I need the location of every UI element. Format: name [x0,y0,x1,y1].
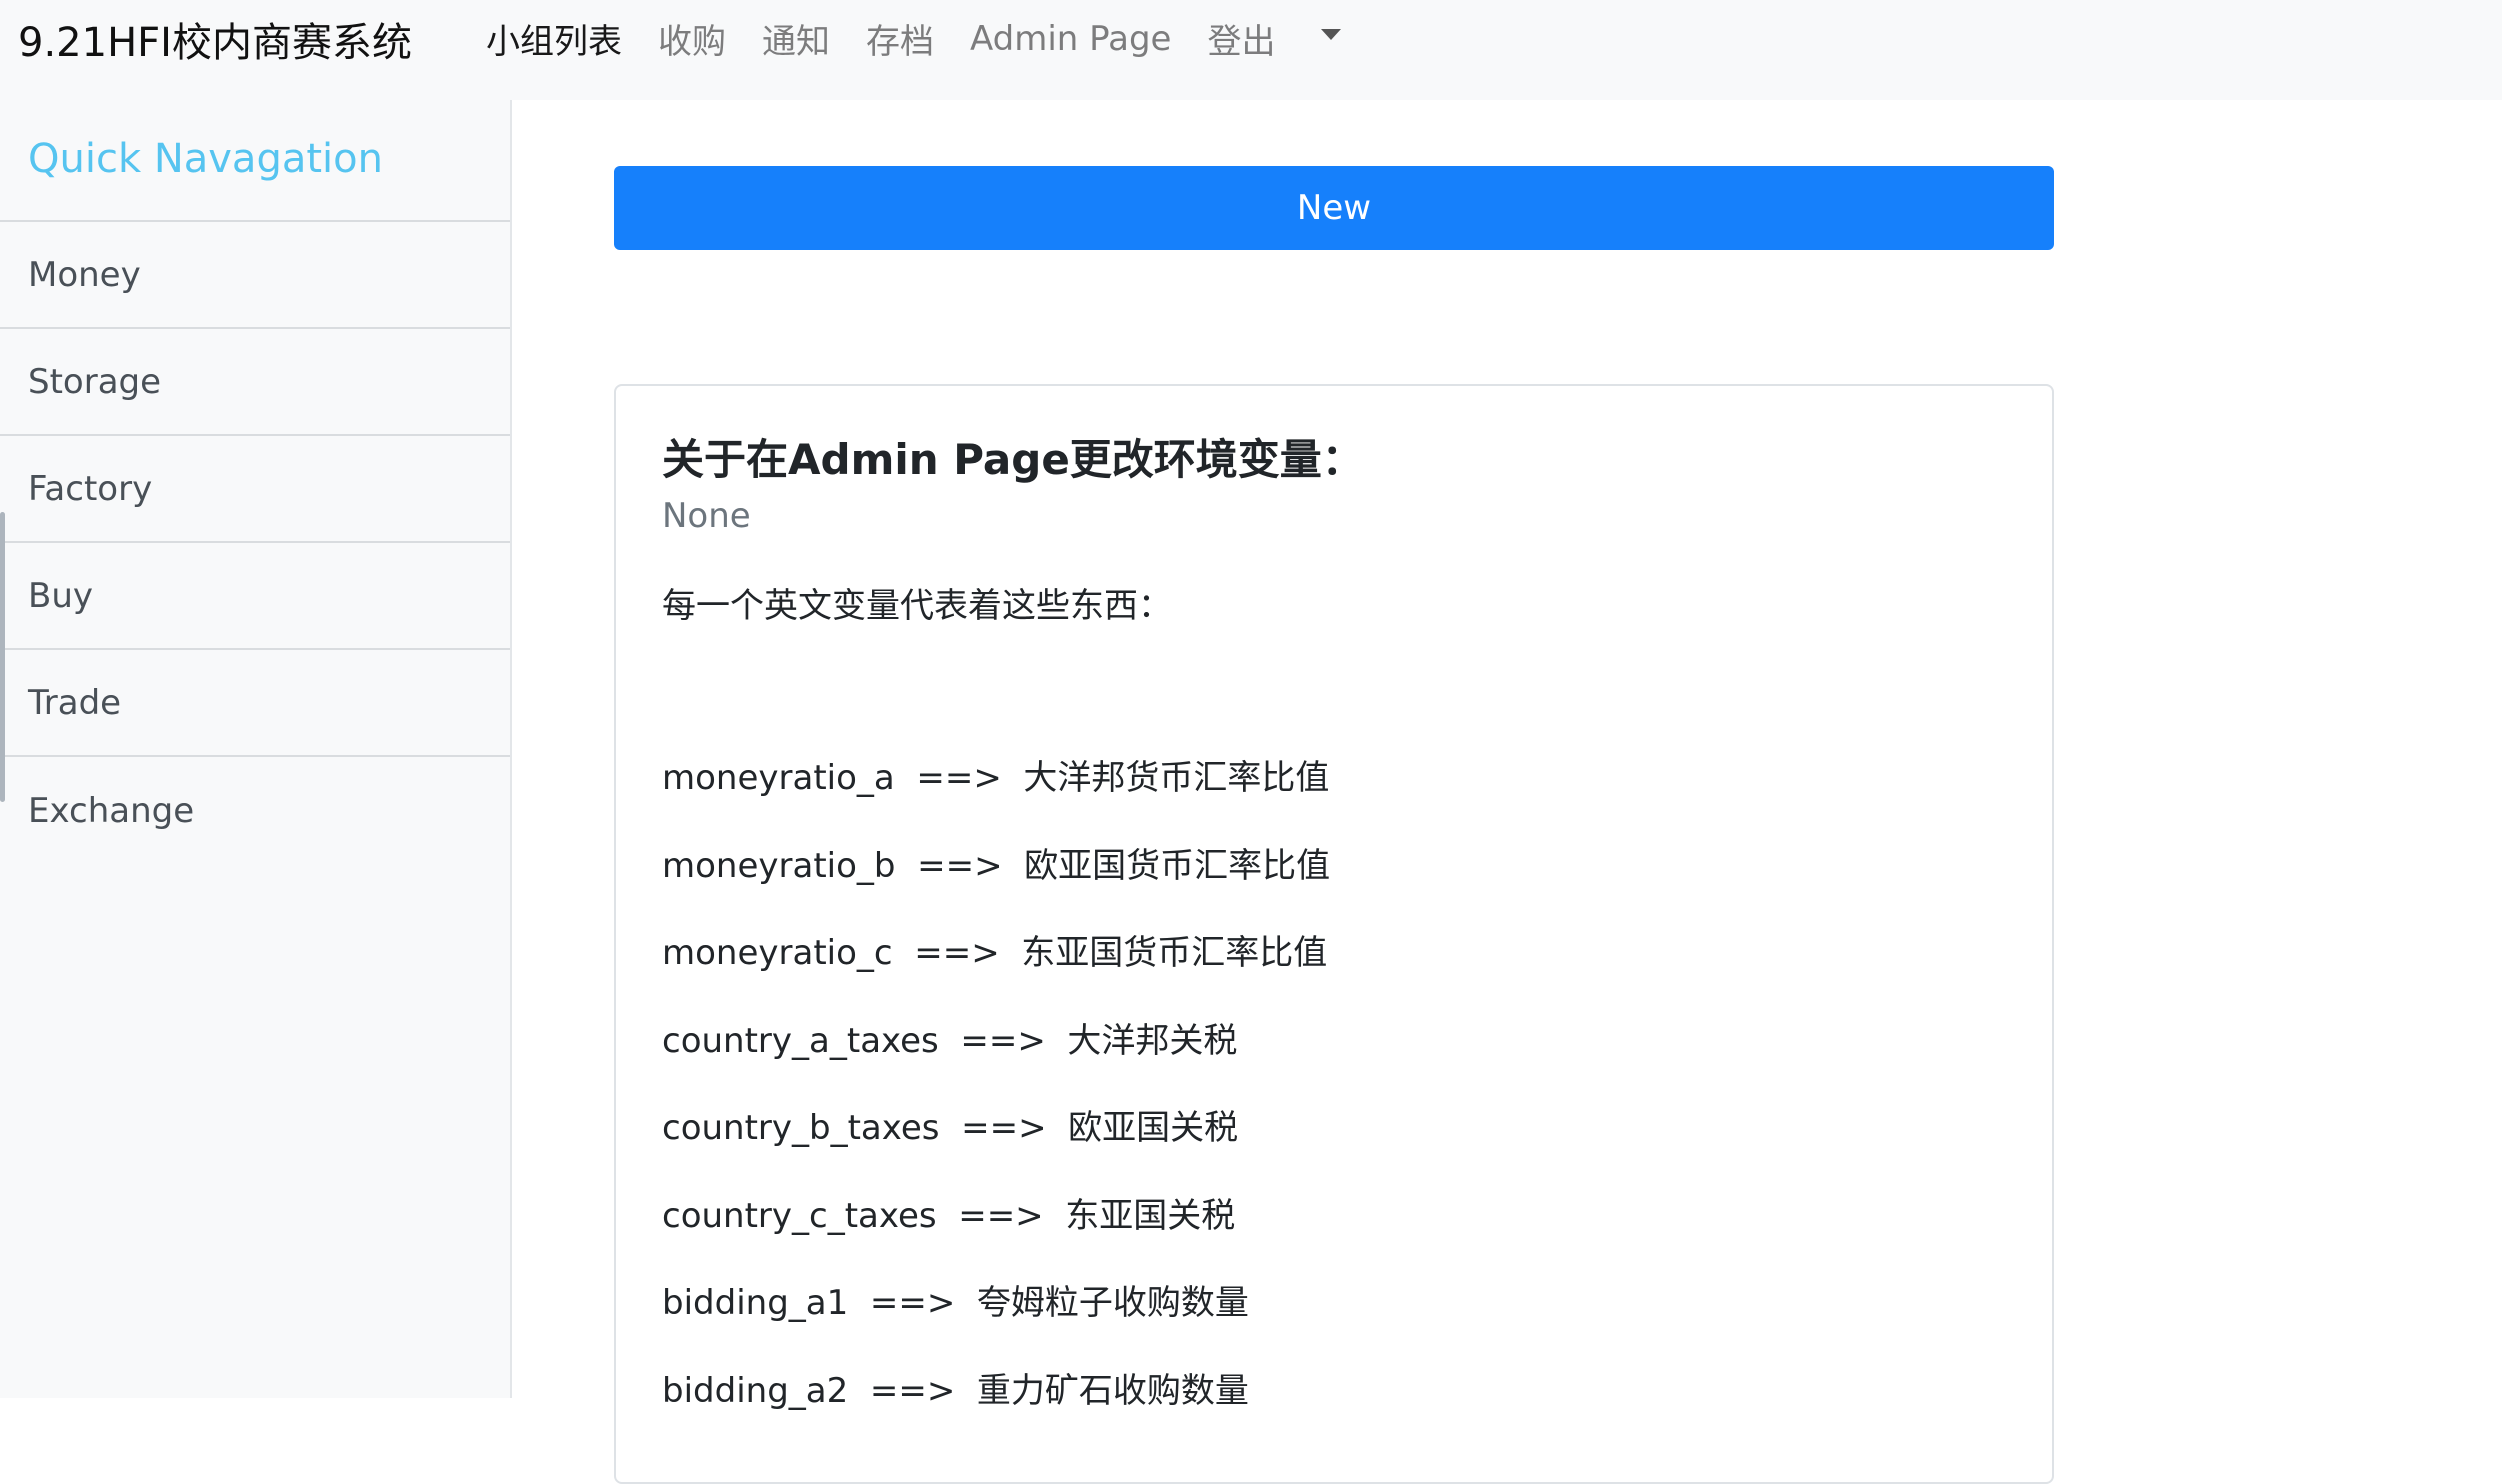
variable-line: bidding_a2 ==> 重力矿石收购数量 [662,1370,1249,1411]
sidebar-item-factory[interactable]: Factory [0,436,510,543]
nav-link-archive[interactable]: 存档 [866,14,934,63]
variable-line: moneyratio_a ==> 大洋邦货币汇率比值 [662,758,1330,798]
top-navbar: 9.21HFI校内商赛系统 小组列表 收购 通知 存档 Admin Page 登… [0,0,2502,100]
new-button[interactable]: New [614,166,2054,250]
nav-link-admin-page[interactable]: Admin Page [970,19,1171,59]
sidebar: Quick Navagation Money Storage Factory B… [0,100,512,1398]
nav-link-acquisition[interactable]: 收购 [658,14,726,63]
variable-line: country_a_taxes ==> 大洋邦关税 [662,1020,1238,1061]
variable-line: moneyratio_c ==> 东亚国货币汇率比值 [662,933,1328,973]
nav-links: 小组列表 收购 通知 存档 Admin Page 登出 [486,14,1342,63]
variable-line: country_c_taxes ==> 东亚国关税 [662,1195,1236,1236]
nav-link-group-list[interactable]: 小组列表 [486,14,622,63]
nav-link-notifications[interactable]: 通知 [762,14,830,63]
sidebar-title[interactable]: Quick Navagation [0,100,510,222]
card-intro-text: 每一个英文变量代表着这些东西： [662,586,1172,626]
variable-list: moneyratio_a ==> 大洋邦货币汇率比值 moneyratio_b … [662,750,1330,1450]
variable-line: bidding_a1 ==> 夸姆粒子收购数量 [662,1283,1249,1323]
variable-line: country_b_taxes ==> 欧亚国关税 [662,1108,1239,1148]
sidebar-item-money[interactable]: Money [0,222,510,329]
sidebar-item-exchange[interactable]: Exchange [0,757,510,864]
sidebar-item-storage[interactable]: Storage [0,329,510,436]
sidebar-scrollbar[interactable] [0,512,5,802]
sidebar-item-buy[interactable]: Buy [0,543,510,650]
notice-card: 关于在Admin Page更改环境变量： None 每一个英文变量代表着这些东西… [614,384,2054,1484]
variable-line: moneyratio_b ==> 欧亚国货币汇率比值 [662,845,1331,886]
sidebar-item-trade[interactable]: Trade [0,650,510,757]
card-subtitle: None [662,496,751,536]
chevron-down-icon[interactable] [1321,29,1342,40]
card-title: 关于在Admin Page更改环境变量： [662,435,1364,484]
brand-title[interactable]: 9.21HFI校内商赛系统 [18,10,412,68]
nav-link-logout[interactable]: 登出 [1207,14,1275,63]
